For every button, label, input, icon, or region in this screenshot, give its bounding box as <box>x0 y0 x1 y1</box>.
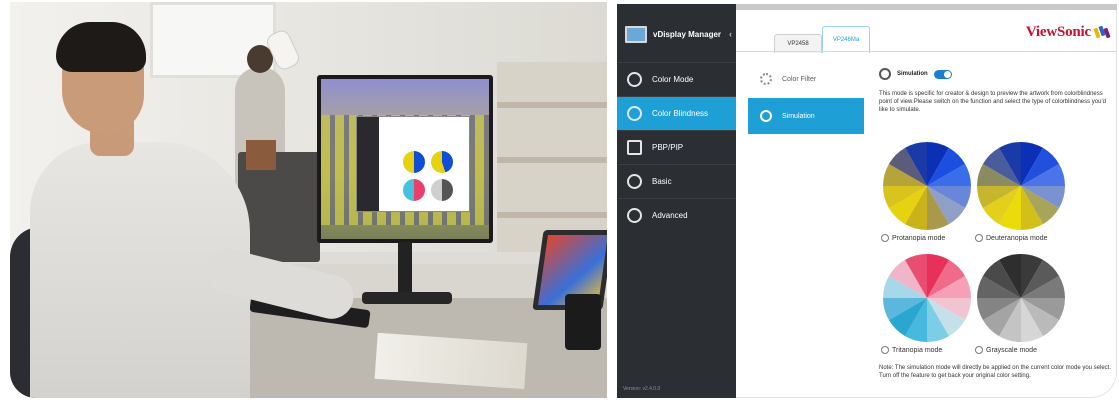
basic-gear-icon <box>627 174 642 189</box>
sidebar-item-label: Advanced <box>652 211 688 220</box>
simulation-icon <box>760 110 772 122</box>
subnav-label: Color Filter <box>782 75 817 83</box>
protanopia-radio[interactable] <box>881 234 889 242</box>
protanopia-color-wheel <box>883 142 971 230</box>
grayscale-radio[interactable] <box>975 346 983 354</box>
simulation-panel: Simulation This mode is specific for cre… <box>879 68 1111 114</box>
vdisplay-manager-window: vDisplay Manager ‹ Color Mode Color Blin… <box>617 4 1117 398</box>
color-blindness-icon <box>627 106 642 121</box>
man-hair <box>56 22 146 72</box>
color-blindness-subnav: Color Filter Simulation <box>748 66 864 140</box>
sidebar: vDisplay Manager ‹ Color Mode Color Blin… <box>617 4 736 398</box>
sidebar-item-pbp-pip[interactable]: PBP/PIP <box>617 130 736 164</box>
grayscale-label: Grayscale mode <box>986 346 1037 354</box>
monitor-stand <box>398 242 412 298</box>
monitor-app-window <box>357 117 469 211</box>
sidebar-item-label: Color Blindness <box>652 109 709 118</box>
sidebar-item-basic[interactable]: Basic <box>617 164 736 198</box>
monitor-logo-icon <box>625 25 647 43</box>
deuteranopia-color-wheel <box>977 142 1065 230</box>
monitor <box>317 75 493 243</box>
grayscale-label-row: Grayscale mode <box>975 346 1037 354</box>
color-mode-icon <box>627 72 642 87</box>
hero-photo <box>10 2 607 398</box>
sidebar-item-color-mode[interactable]: Color Mode <box>617 62 736 96</box>
title-bar <box>736 4 1117 10</box>
app-title-label: vDisplay Manager <box>653 29 722 39</box>
simulation-toggle-row: Simulation <box>879 68 1111 80</box>
deuteranopia-radio[interactable] <box>975 234 983 242</box>
simulation-header-icon <box>879 68 891 80</box>
simulation-toggle[interactable] <box>933 69 952 79</box>
subnav-simulation[interactable]: Simulation <box>748 98 864 134</box>
sidebar-item-advanced[interactable]: Advanced <box>617 198 736 232</box>
pbp-pip-icon <box>627 140 642 155</box>
grayscale-color-wheel <box>977 254 1065 342</box>
sidebar-nav: Color Mode Color Blindness PBP/PIP Basic… <box>617 62 736 232</box>
sidebar-item-label: Basic <box>652 177 672 186</box>
pen-cup <box>565 294 601 350</box>
monitor-screen <box>321 79 489 239</box>
deuteranopia-option[interactable]: Deuteranopia mode <box>975 140 1085 260</box>
collapse-chevron-icon[interactable]: ‹ <box>729 29 732 39</box>
tritanopia-radio[interactable] <box>881 346 889 354</box>
tab-divider <box>736 51 1117 52</box>
subnav-label: Simulation <box>782 112 815 120</box>
simulation-note: Note: The simulation mode will directly … <box>879 365 1112 379</box>
sidebar-item-label: Color Mode <box>652 75 694 84</box>
protanopia-label: Protanopia mode <box>892 234 946 242</box>
deuteranopia-label-row: Deuteranopia mode <box>975 234 1048 242</box>
monitor-base <box>362 292 452 304</box>
grayscale-option[interactable]: Grayscale mode <box>975 252 1085 372</box>
tritanopia-color-wheel <box>883 254 971 342</box>
app-title: vDisplay Manager ‹ <box>617 16 736 52</box>
simulation-description: This mode is specific for creator & desi… <box>879 91 1106 113</box>
advanced-icon <box>627 208 642 223</box>
deuteranopia-label: Deuteranopia mode <box>986 234 1048 242</box>
sidebar-item-color-blindness[interactable]: Color Blindness <box>617 96 736 130</box>
sidebar-item-label: PBP/PIP <box>652 143 684 152</box>
file-holder <box>238 140 320 262</box>
tritanopia-label-row: Tritanopia mode <box>881 346 942 354</box>
color-filter-icon <box>760 73 772 85</box>
simulation-label: Simulation <box>897 71 928 77</box>
subnav-color-filter[interactable]: Color Filter <box>748 66 864 92</box>
brand-logo: ViewSonic <box>1025 24 1091 40</box>
protanopia-label-row: Protanopia mode <box>881 234 945 242</box>
version-label: Version: v2.4.0.0 <box>623 386 661 392</box>
background-shelf <box>497 62 607 252</box>
tab-vp246ma[interactable]: VP246Ma <box>822 26 870 53</box>
birds-logo-icon <box>1093 25 1113 39</box>
tritanopia-label: Tritanopia mode <box>892 346 943 354</box>
